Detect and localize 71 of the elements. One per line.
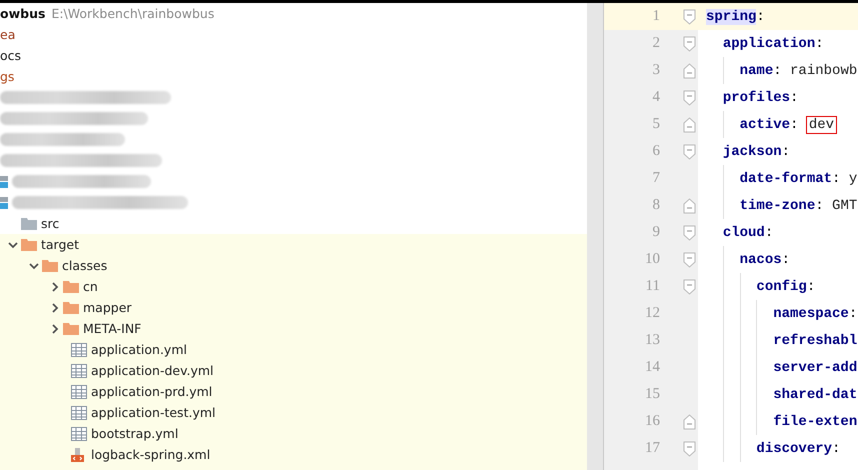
table-file-icon bbox=[71, 384, 87, 398]
line-number: 5 bbox=[652, 116, 660, 133]
module-icon bbox=[0, 174, 8, 188]
tree-item[interactable]: logback-spring.xml bbox=[91, 447, 210, 462]
module-icon bbox=[0, 196, 8, 210]
tree-item[interactable]: gs bbox=[0, 69, 14, 84]
tree-item[interactable]: application.yml bbox=[91, 342, 187, 357]
project-name[interactable]: owbus bbox=[0, 6, 46, 21]
table-file-icon bbox=[71, 426, 87, 440]
code-line: time-zone: GMT bbox=[738, 198, 858, 214]
line-number: 10 bbox=[644, 251, 660, 268]
line-number: 3 bbox=[652, 62, 660, 79]
fold-icon[interactable] bbox=[682, 8, 696, 24]
line-number: 4 bbox=[652, 89, 660, 106]
code-line: application: bbox=[722, 36, 824, 52]
table-file-icon bbox=[71, 342, 87, 356]
line-number: 14 bbox=[644, 359, 660, 376]
code-line: refreshabl bbox=[772, 332, 858, 348]
code-line: cloud: bbox=[722, 224, 774, 240]
fold-icon[interactable] bbox=[682, 224, 696, 240]
tree-item[interactable]: bootstrap.yml bbox=[91, 426, 178, 441]
line-number: 11 bbox=[644, 278, 660, 295]
fold-icon[interactable] bbox=[682, 440, 696, 456]
line-number: 6 bbox=[652, 143, 660, 160]
code-line: nacos: bbox=[738, 252, 790, 268]
chevron-right-icon[interactable] bbox=[50, 282, 60, 292]
line-number: 8 bbox=[652, 197, 660, 214]
chevron-down-icon[interactable] bbox=[29, 260, 39, 270]
line-number: 13 bbox=[644, 332, 660, 349]
fold-icon[interactable] bbox=[682, 252, 696, 268]
table-file-icon bbox=[71, 406, 87, 420]
code-line: name: rainbowb bbox=[738, 62, 858, 78]
fold-icon[interactable] bbox=[682, 36, 696, 52]
xml-file-icon bbox=[71, 448, 87, 462]
code-line: jackson: bbox=[722, 144, 790, 160]
line-number: 16 bbox=[644, 413, 660, 430]
tree-item[interactable]: application-prd.yml bbox=[91, 384, 212, 399]
tree-item[interactable]: cn bbox=[83, 279, 98, 294]
project-path: E:\Workbench\rainbowbus bbox=[51, 6, 214, 21]
tree-item[interactable]: application-test.yml bbox=[91, 405, 216, 420]
tree-item[interactable]: src bbox=[41, 216, 60, 231]
tree-item[interactable]: target bbox=[41, 237, 80, 252]
line-number: 17 bbox=[644, 440, 660, 457]
tree-item[interactable]: mapper bbox=[83, 300, 132, 315]
chevron-right-icon[interactable] bbox=[50, 324, 60, 334]
line-number: 15 bbox=[644, 386, 660, 403]
line-number: 1 bbox=[652, 8, 660, 25]
tree-item[interactable]: application-dev.yml bbox=[91, 363, 214, 378]
chevron-down-icon[interactable] bbox=[8, 240, 18, 250]
line-number: 12 bbox=[644, 305, 660, 322]
tree-item[interactable]: classes bbox=[62, 258, 108, 273]
fold-icon[interactable] bbox=[682, 90, 696, 106]
code-line: date-format: y bbox=[738, 170, 858, 186]
code-line: discovery: bbox=[755, 440, 840, 456]
table-file-icon bbox=[71, 364, 87, 378]
code-line: shared-dat bbox=[772, 386, 858, 402]
code-line: file-exten bbox=[772, 414, 858, 430]
code-line: active: dev bbox=[706, 116, 836, 132]
tree-item[interactable]: META-INF bbox=[83, 321, 142, 336]
code-line: profiles: bbox=[722, 90, 798, 106]
code-line: server-add bbox=[772, 360, 858, 376]
line-number: 7 bbox=[652, 170, 660, 187]
code-line: config: bbox=[755, 278, 816, 294]
chevron-right-icon[interactable] bbox=[50, 302, 60, 312]
line-number: 9 bbox=[652, 224, 660, 241]
fold-icon[interactable] bbox=[682, 278, 696, 294]
code-line: namespace: bbox=[772, 306, 858, 322]
tree-item[interactable]: ocs bbox=[0, 48, 22, 63]
fold-icon[interactable] bbox=[682, 144, 696, 160]
line-number: 2 bbox=[652, 35, 660, 52]
tree-item[interactable]: ea bbox=[0, 27, 16, 42]
